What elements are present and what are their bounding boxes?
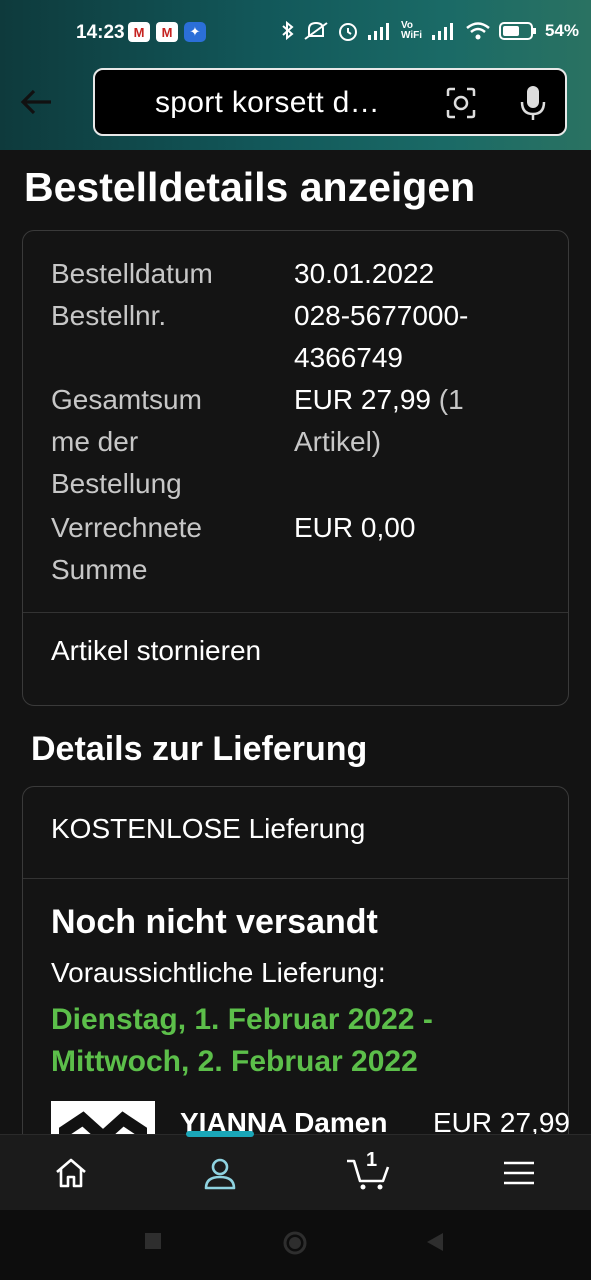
order-total-value: EUR 27,99 (1 Artikel)	[294, 384, 464, 457]
order-total-row: Gesamtsum me der Bestellung EUR 27,99 (1…	[51, 379, 464, 505]
account-icon	[204, 1158, 236, 1190]
signal-icon	[431, 23, 453, 40]
settled-amount-value: EUR 0,00	[294, 512, 416, 543]
nav-account[interactable]	[160, 1135, 280, 1211]
status-time: 14:23	[76, 22, 125, 43]
nav-menu[interactable]	[459, 1135, 579, 1211]
mute-icon	[304, 21, 328, 40]
nav-cart[interactable]: 1	[308, 1135, 428, 1211]
notification-icons: M M ✦	[128, 22, 206, 42]
search-row: sport korsett d…	[0, 66, 591, 138]
cancel-items-link[interactable]: Artikel stornieren	[51, 635, 261, 667]
page-title: Bestelldetails anzeigen	[24, 164, 476, 210]
home-button-icon[interactable]	[282, 1230, 308, 1256]
order-total-label: Gesamtsum me der Bestellung	[51, 384, 202, 499]
order-summary-card: Bestelldatum 30.01.2022 Bestellnr. 028-5…	[22, 230, 569, 706]
nav-home[interactable]	[11, 1135, 131, 1211]
battery-icon	[498, 22, 536, 40]
shipping-type: KOSTENLOSE Lieferung	[51, 813, 366, 844]
order-number-row: Bestellnr. 028-5677000- 4366749	[51, 295, 468, 373]
order-number-label: Bestellnr.	[51, 300, 167, 331]
order-number-value: 028-5677000- 4366749	[294, 300, 469, 373]
home-icon	[56, 1158, 86, 1188]
shipment-status: Noch nicht versandt	[51, 903, 378, 941]
gmail-icon: M	[156, 22, 178, 42]
app-notification-icon: ✦	[184, 22, 206, 42]
recent-apps-icon[interactable]	[144, 1232, 162, 1250]
bottom-navigation: 1	[0, 1131, 591, 1211]
wifi-icon	[466, 22, 490, 40]
expected-delivery-date: Dienstag, 1. Februar 2022 - Mittwoch, 2.…	[51, 1003, 433, 1078]
cart-count: 1	[366, 1149, 378, 1171]
settled-amount-row: Verrechnete Summe EUR 0,00	[51, 507, 415, 591]
settled-amount-label: Verrechnete Summe	[51, 512, 202, 585]
back-button[interactable]	[14, 80, 58, 124]
alarm-icon	[338, 23, 357, 41]
expected-delivery-label: Voraussichtliche Lieferung:	[51, 957, 386, 988]
microphone-icon[interactable]	[519, 84, 547, 122]
battery-percent: 54%	[544, 21, 579, 40]
gmail-icon: M	[128, 22, 150, 42]
camera-scan-icon[interactable]	[445, 86, 477, 120]
divider	[23, 878, 568, 879]
search-input[interactable]: sport korsett d…	[93, 68, 567, 136]
app-header: 14:23 M M ✦ Vo WiFi 54% sport korsett d…	[0, 0, 591, 150]
delivery-section-title: Details zur Lieferung	[31, 730, 368, 768]
system-navigation-bar	[0, 1210, 591, 1280]
vowifi-icon: Vo WiFi	[400, 20, 422, 41]
order-date-row: Bestelldatum 30.01.2022	[51, 253, 434, 295]
order-date-value: 30.01.2022	[294, 258, 435, 289]
back-arrow-icon	[20, 89, 51, 115]
status-bar: 14:23 M M ✦ Vo WiFi 54%	[0, 0, 591, 66]
search-query: sport korsett d…	[155, 86, 380, 119]
menu-icon	[504, 1161, 534, 1185]
system-status-icons: Vo WiFi 54%	[281, 20, 579, 42]
order-date-label: Bestelldatum	[51, 258, 213, 289]
back-button-icon[interactable]	[426, 1232, 444, 1252]
divider	[23, 612, 568, 613]
signal-icon	[367, 23, 389, 40]
bluetooth-icon	[282, 20, 294, 41]
